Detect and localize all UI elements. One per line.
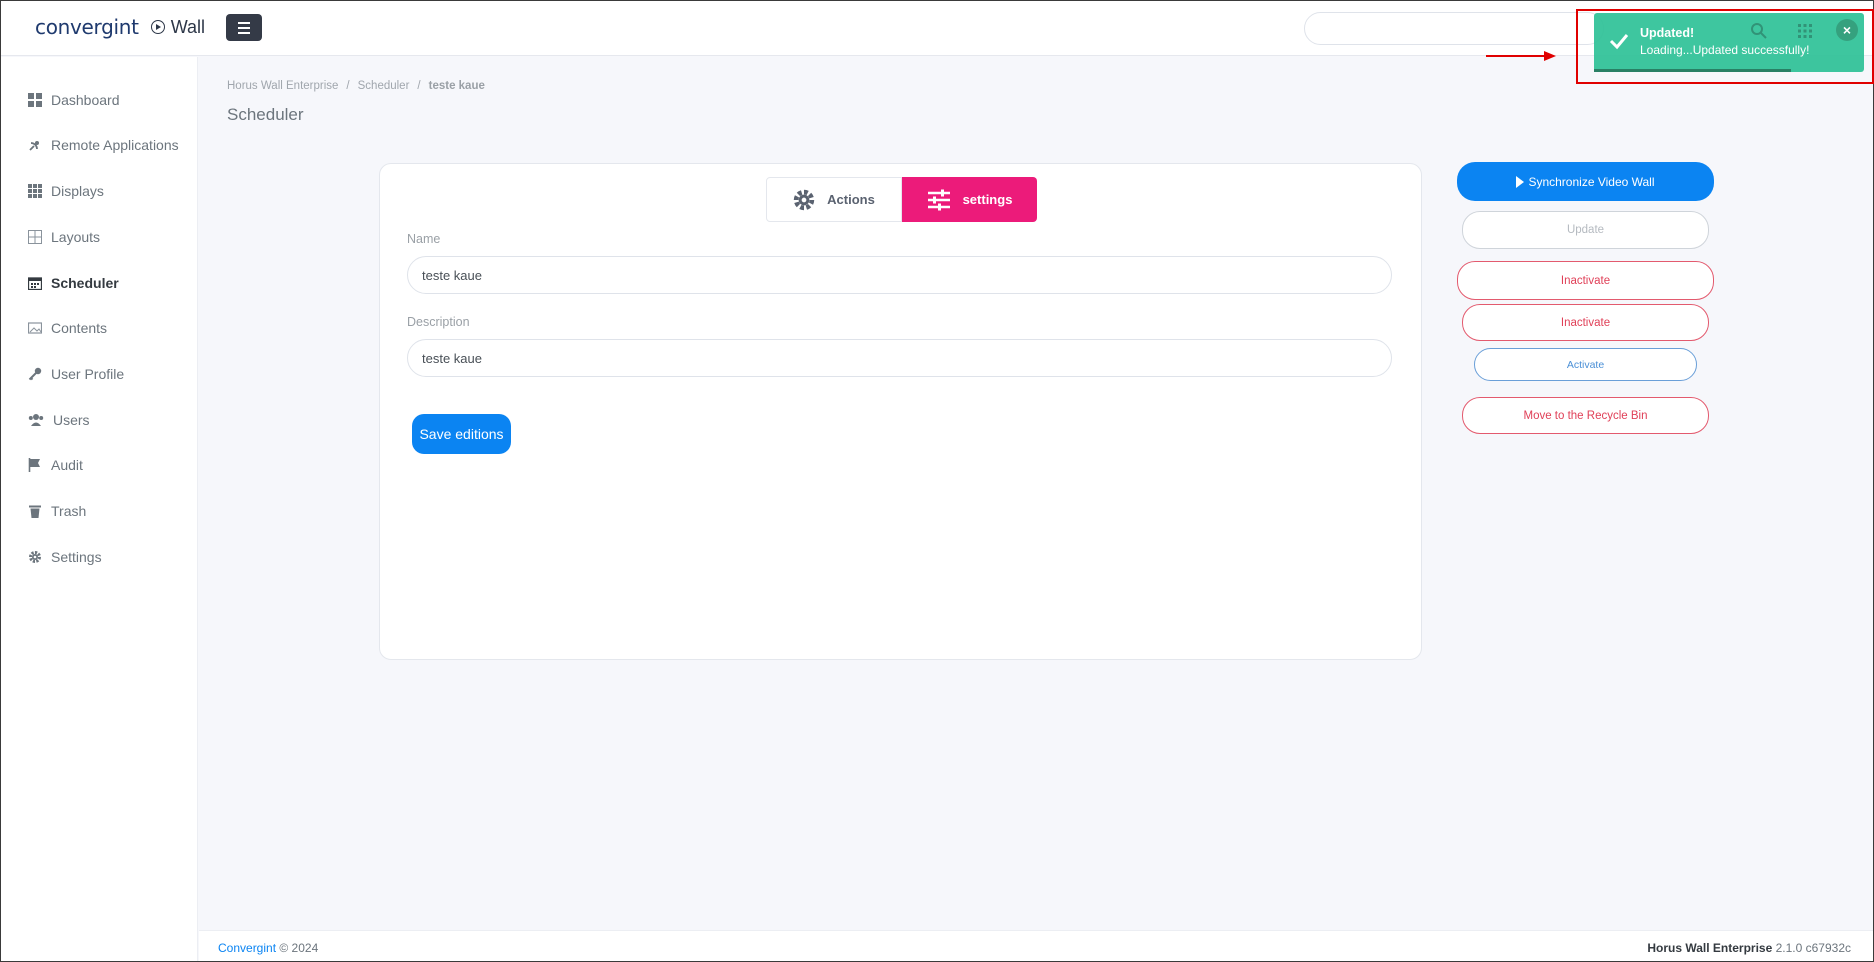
page-title: Scheduler: [227, 105, 304, 124]
sidebar-item-scheduler[interactable]: Scheduler: [28, 275, 119, 291]
sidebar-item-users[interactable]: Users: [28, 412, 90, 428]
sidebar-item-trash[interactable]: Trash: [28, 503, 86, 519]
sidebar-item-label: Trash: [51, 503, 87, 519]
breadcrumb: Horus Wall Enterprise / Scheduler / test…: [227, 80, 485, 92]
brand-logo: convergint: [35, 15, 139, 39]
name-field[interactable]: teste kaue: [407, 256, 1392, 294]
key-icon: [28, 367, 42, 381]
gear-icon: [793, 189, 815, 210]
sidebar-item-label: Audit: [51, 457, 83, 473]
satellite-dish-icon: [29, 141, 39, 151]
name-label: Name: [407, 232, 441, 246]
sidebar-item-label: Dashboard: [51, 92, 120, 108]
breadcrumb-separator: /: [346, 80, 350, 92]
flag-icon: [28, 458, 40, 472]
sidebar-item-label: Scheduler: [51, 275, 119, 291]
grid-icon: [28, 184, 42, 198]
sidebar-item-label: Displays: [51, 183, 104, 199]
users-icon: [28, 414, 44, 426]
sidebar-item-layouts[interactable]: Layouts: [28, 229, 100, 245]
tab-label: Actions: [827, 192, 875, 207]
footer-copyright: Convergint © 2024: [218, 941, 318, 955]
annotation-arrow: [1486, 55, 1546, 57]
sidebar-item-user-profile[interactable]: User Profile: [28, 366, 124, 382]
play-circle-icon: [150, 20, 165, 34]
sidebar-item-label: Users: [53, 412, 90, 428]
description-label: Description: [407, 315, 470, 329]
tab-settings[interactable]: settings: [902, 177, 1037, 222]
tab-actions[interactable]: Actions: [766, 177, 902, 222]
footer-company-link[interactable]: Convergint: [218, 941, 276, 955]
activate-button[interactable]: Activate: [1474, 348, 1697, 381]
sync-label: Synchronize Video Wall: [1528, 174, 1655, 189]
sidebar-item-label: Layouts: [51, 229, 101, 245]
footer-version: Horus Wall Enterprise 2.1.0 c67932c: [1647, 941, 1851, 955]
form-tabs: Actions settings: [766, 177, 1037, 222]
inactivate-button-secondary[interactable]: Inactivate: [1462, 304, 1709, 341]
footer: Convergint © 2024 Horus Wall Enterprise …: [199, 930, 1873, 961]
tab-label: settings: [962, 192, 1013, 207]
gear-icon: [29, 551, 41, 563]
sidebar: Dashboard Remote Applications Displays L…: [1, 57, 198, 961]
product-name: Wall: [150, 16, 206, 38]
sidebar-item-label: User Profile: [51, 366, 125, 382]
sidebar-item-label: Settings: [51, 549, 102, 565]
search-input[interactable]: [1304, 12, 1604, 45]
breadcrumb-item[interactable]: Horus Wall Enterprise: [227, 80, 338, 92]
move-to-recycle-bin-button[interactable]: Move to the Recycle Bin: [1462, 397, 1709, 434]
brand[interactable]: convergint Wall: [35, 15, 205, 39]
save-editions-button[interactable]: Save editions: [412, 414, 511, 454]
scheduler-form-card: Actions settings Name teste kaue Descrip…: [379, 163, 1422, 660]
version-text: 2.1.0 c67932c: [1775, 941, 1851, 955]
sidebar-item-remote-applications[interactable]: Remote Applications: [28, 137, 179, 153]
copyright-text: © 2024: [279, 941, 319, 955]
breadcrumb-item[interactable]: Scheduler: [358, 80, 410, 92]
product-name: Horus Wall Enterprise: [1647, 941, 1773, 955]
sidebar-item-settings[interactable]: Settings: [28, 549, 102, 565]
synchronize-video-wall-button[interactable]: Synchronize Video Wall: [1457, 162, 1714, 201]
annotation-highlight-box: [1576, 9, 1874, 84]
dashboard-icon: [28, 93, 42, 107]
sliders-icon: [927, 189, 950, 210]
play-icon: [1516, 175, 1525, 188]
sidebar-item-audit[interactable]: Audit: [28, 457, 83, 473]
calendar-icon: [28, 277, 42, 290]
sidebar-item-displays[interactable]: Displays: [28, 183, 104, 199]
image-icon: [28, 322, 42, 334]
breadcrumb-current: teste kaue: [428, 80, 485, 92]
trash-icon: [29, 505, 41, 518]
menu-toggle-button[interactable]: [226, 14, 262, 41]
product-label: Wall: [170, 16, 206, 37]
sidebar-item-contents[interactable]: Contents: [28, 320, 107, 336]
sidebar-item-dashboard[interactable]: Dashboard: [28, 92, 120, 108]
annotation-arrow-head: [1544, 51, 1556, 61]
inactivate-button[interactable]: Inactivate: [1457, 261, 1714, 300]
sidebar-item-label: Remote Applications: [51, 137, 179, 153]
breadcrumb-separator: /: [417, 80, 421, 92]
update-button[interactable]: Update: [1462, 211, 1709, 249]
description-field[interactable]: teste kaue: [407, 339, 1392, 377]
sidebar-item-label: Contents: [51, 320, 108, 336]
layout-icon: [28, 230, 42, 244]
